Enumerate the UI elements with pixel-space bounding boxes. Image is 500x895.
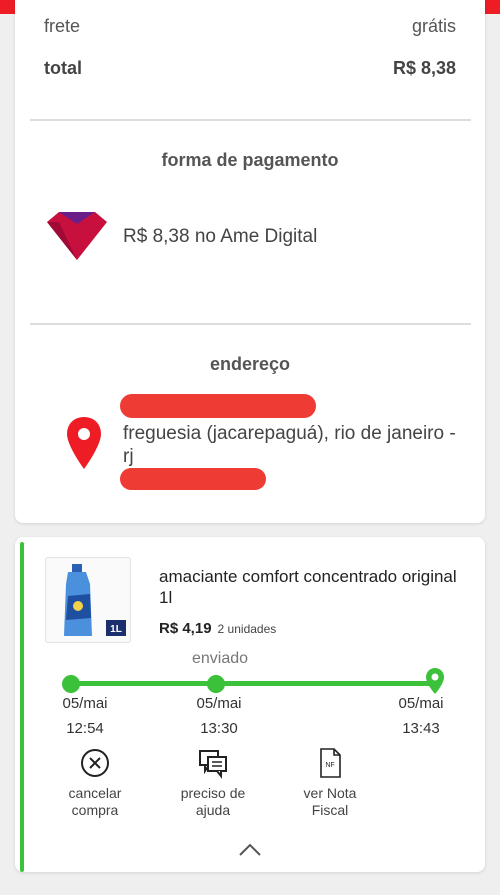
shipping-row: frete grátis [44,16,456,37]
help-label: preciso de ajuda [180,785,246,818]
timeline-dot [62,675,80,693]
product-thumbnail[interactable]: 1L [45,557,131,643]
ame-digital-logo-icon [47,212,107,260]
total-label: total [44,58,82,78]
order-item-card: 1L amaciante comfort concentrado origina… [15,537,485,872]
redacted-address-line [120,468,266,490]
cancel-circle-icon [81,749,109,777]
total-row: total R$ 8,38 [44,58,456,79]
product-name[interactable]: amaciante comfort concentrado original 1… [159,566,469,608]
address-text: freguesia (jacarepaguá), rio de janeiro … [123,423,456,467]
view-invoice-button[interactable]: NF ver Nota Fiscal [280,747,380,819]
timeline-date: 05/mai [196,695,242,712]
price-line: R$ 4,19 2 unidades [159,620,276,637]
address-title: endereço [209,354,291,374]
timeline-track [70,681,436,686]
invoice-icon-text: NF [325,762,334,769]
map-pin-icon [67,417,101,469]
timeline-time: 13:43 [402,720,440,737]
product-price: R$ 4,19 [159,620,212,637]
timeline-time: 12:54 [66,720,104,737]
cancel-purchase-button[interactable]: cancelar compra [45,747,145,819]
shipping-value: grátis [411,16,456,36]
view-invoice-label: ver Nota Fiscal [303,785,357,818]
product-bottle-image: 1L [64,564,126,636]
help-button[interactable]: preciso de ajuda [163,747,263,819]
order-summary-card: frete grátis total R$ 8,38 forma de paga… [15,0,485,523]
shipping-label: frete [44,16,81,36]
timeline-date: 05/mai [398,695,444,712]
timeline-time: 13:30 [200,720,238,737]
divider [30,119,471,121]
status-accent-bar [20,542,24,872]
timeline-pin-icon [426,668,444,694]
payment-title: forma de pagamento [161,150,339,170]
cancel-purchase-label: cancelar compra [68,785,122,818]
invoice-document-icon: NF [320,748,341,778]
size-badge: 1L [110,624,122,635]
total-value: R$ 8,38 [392,58,456,78]
timeline-dot [207,675,225,693]
chat-help-icon [199,750,227,779]
chevron-up-icon[interactable] [237,842,263,858]
redacted-address-line [120,394,316,418]
payment-text: R$ 8,38 no Ame Digital [123,226,318,247]
shipping-status: enviado [191,650,249,667]
timeline-date: 05/mai [62,695,108,712]
product-units: 2 unidades [217,622,277,636]
divider [30,323,471,325]
